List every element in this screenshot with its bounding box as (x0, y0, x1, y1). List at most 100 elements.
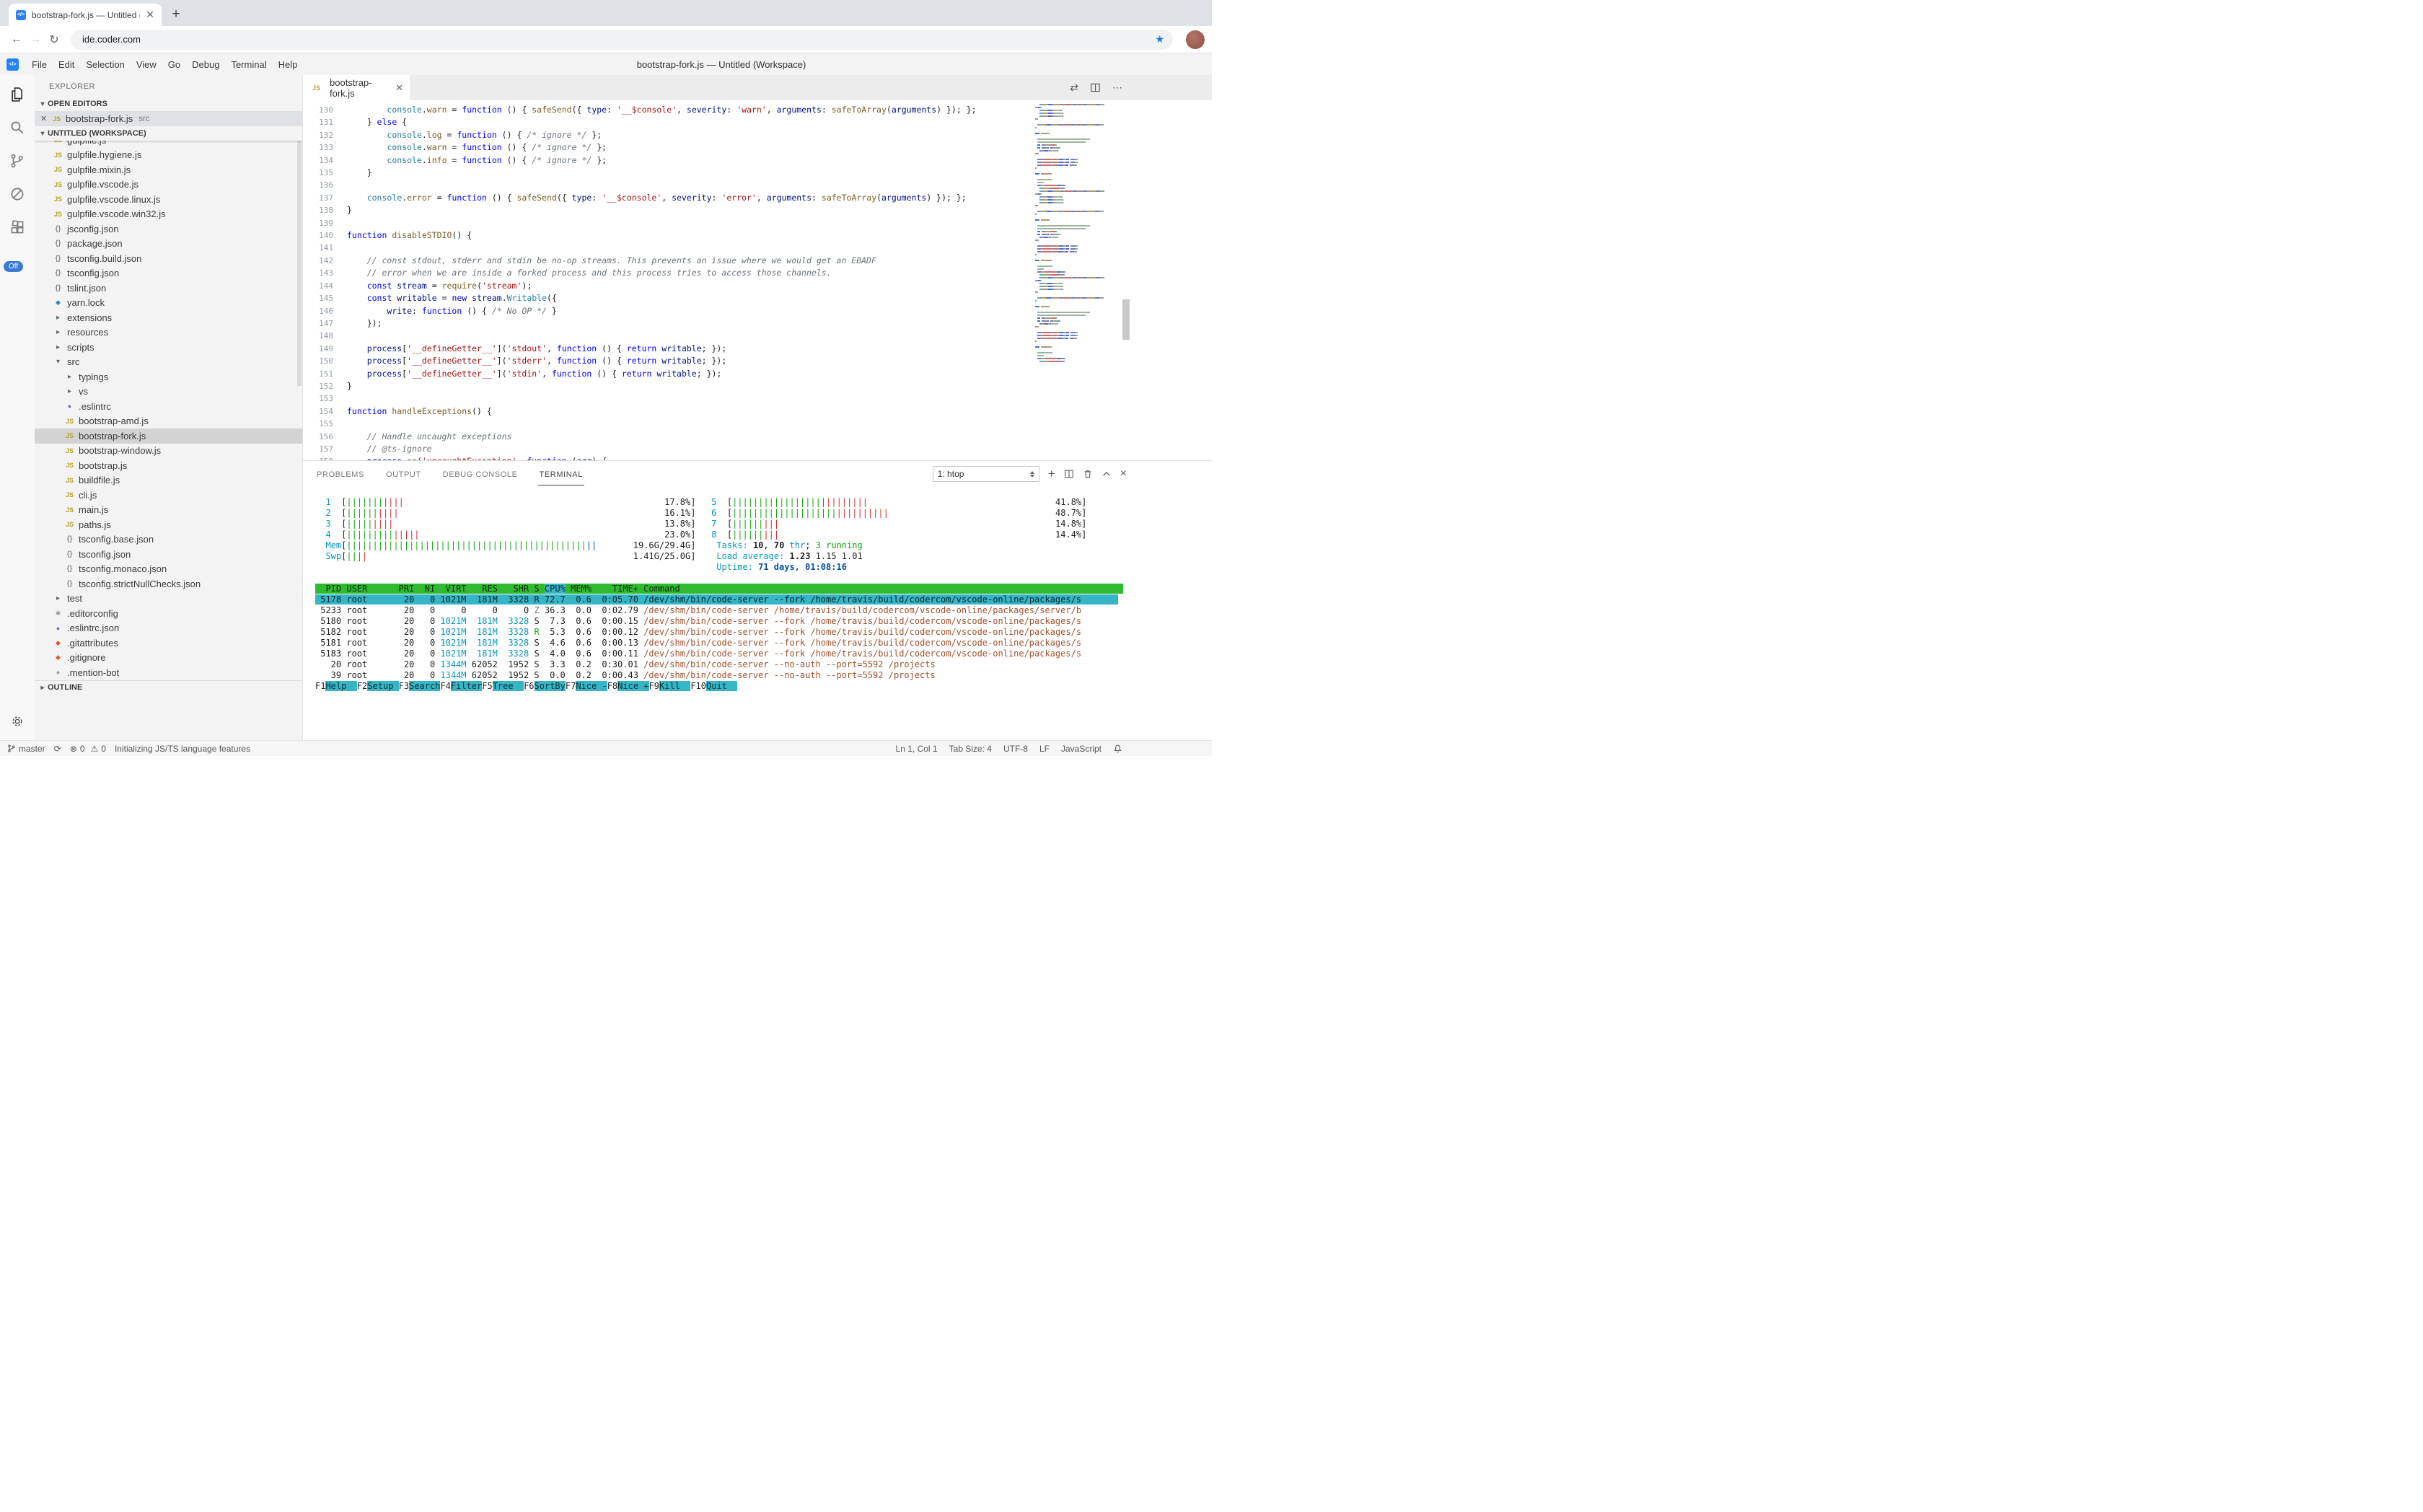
terminal[interactable]: 1 [||||||||||| 17.8%] 5 [|||||||||||||||… (315, 497, 1123, 692)
source-control-icon[interactable] (0, 144, 35, 177)
menu-edit[interactable]: Edit (53, 56, 80, 73)
sidebar-scrollbar[interactable] (297, 141, 302, 386)
tab-close-icon[interactable]: ✕ (395, 82, 403, 94)
minimap-line (1035, 291, 1116, 293)
tree-item-gulpfile.vscode.linux.js[interactable]: JSgulpfile.vscode.linux.js (35, 192, 302, 207)
tree-item-tsconfig.base.json[interactable]: {}tsconfig.base.json (35, 532, 302, 548)
panel-tab-output[interactable]: OUTPUT (384, 464, 423, 485)
menu-help[interactable]: Help (273, 56, 304, 73)
tree-item-gulpfile.mixin.js[interactable]: JSgulpfile.mixin.js (35, 162, 302, 177)
minimap-line (1035, 202, 1116, 203)
bookmark-star-icon[interactable]: ★ (1155, 33, 1164, 45)
tree-item-jsconfig.json[interactable]: {}jsconfig.json (35, 221, 302, 237)
menu-debug[interactable]: Debug (186, 56, 225, 73)
branch-status[interactable]: master (7, 744, 45, 754)
tree-item-test[interactable]: ▸test (35, 592, 302, 607)
tree-item-gulpfile.vscode.win32.js[interactable]: JSgulpfile.vscode.win32.js (35, 207, 302, 222)
tree-item-bootstrap-amd.js[interactable]: JSbootstrap-amd.js (35, 414, 302, 429)
debug-icon[interactable] (0, 177, 35, 211)
editor-scrollbar[interactable] (1122, 299, 1130, 340)
close-panel-icon[interactable]: × (1120, 467, 1127, 480)
new-terminal-icon[interactable]: + (1048, 467, 1055, 481)
address-bar[interactable]: ide.coder.com ★ (71, 30, 1173, 50)
tree-item-.gitattributes[interactable]: ◆.gitattributes (35, 636, 302, 651)
menu-terminal[interactable]: Terminal (225, 56, 272, 73)
tree-item-bootstrap-window.js[interactable]: JSbootstrap-window.js (35, 444, 302, 459)
menu-go[interactable]: Go (162, 56, 186, 73)
tree-item-main.js[interactable]: JSmain.js (35, 503, 302, 518)
status-badge[interactable]: Off (4, 261, 23, 272)
tree-item-scripts[interactable]: ▸scripts (35, 340, 302, 355)
tree-item-buildfile.js[interactable]: JSbuildfile.js (35, 473, 302, 488)
tree-item-typings[interactable]: ▸typings (35, 369, 302, 384)
minimap[interactable] (1035, 104, 1116, 364)
menu-selection[interactable]: Selection (80, 56, 130, 73)
maximize-panel-icon[interactable] (1101, 469, 1112, 479)
menu-view[interactable]: View (131, 56, 162, 73)
workspace-header[interactable]: ▾ UNTITLED (WORKSPACE) (35, 126, 302, 141)
problems-status[interactable]: ⊗ 0 ⚠ 0 (70, 744, 106, 754)
menu-file[interactable]: File (26, 56, 53, 73)
tree-item-.gitignore[interactable]: ◆.gitignore (35, 651, 302, 666)
line-number: 151 (303, 369, 333, 380)
tree-item-gulpfile.js[interactable]: JSgulpfile.js (35, 141, 302, 148)
split-terminal-icon[interactable] (1064, 469, 1074, 479)
tree-item-package.json[interactable]: {}package.json (35, 237, 302, 252)
reload-icon[interactable]: ↻ (45, 30, 63, 49)
tree-item-paths.js[interactable]: JSpaths.js (35, 517, 302, 532)
code-line: 156 // Handle uncaught exceptions (303, 431, 977, 443)
notifications-bell-icon[interactable] (1113, 744, 1122, 754)
tree-item-tslint.json[interactable]: {}tslint.json (35, 281, 302, 296)
search-icon[interactable] (0, 111, 35, 144)
outline-header[interactable]: ▸ OUTLINE (35, 680, 302, 695)
tree-item-tsconfig.strictNullChecks.json[interactable]: {}tsconfig.strictNullChecks.json (35, 576, 302, 592)
more-actions-icon[interactable]: ⋯ (1112, 82, 1122, 94)
app-logo-icon[interactable]: </> (6, 58, 19, 71)
tree-item-tsconfig.monaco.json[interactable]: {}tsconfig.monaco.json (35, 562, 302, 577)
tab-size[interactable]: Tab Size: 4 (949, 744, 992, 754)
language-mode[interactable]: JavaScript (1061, 744, 1101, 754)
tree-item-tsconfig.json[interactable]: {}tsconfig.json (35, 266, 302, 281)
split-editor-icon[interactable] (1090, 82, 1101, 93)
tree-item-gulpfile.vscode.js[interactable]: JSgulpfile.vscode.js (35, 177, 302, 193)
back-icon[interactable]: ← (7, 30, 26, 49)
panel-tab-problems[interactable]: PROBLEMS (315, 464, 366, 485)
tree-item-.mention-bot[interactable]: ●.mention-bot (35, 665, 302, 680)
tree-item-yarn.lock[interactable]: ◆yarn.lock (35, 296, 302, 311)
avatar[interactable] (1186, 30, 1205, 49)
tree-item-.eslintrc[interactable]: ●.eslintrc (35, 399, 302, 414)
tree-item-bootstrap.js[interactable]: JSbootstrap.js (35, 458, 302, 473)
tree-item-resources[interactable]: ▸resources (35, 325, 302, 340)
cursor-position[interactable]: Ln 1, Col 1 (896, 744, 938, 754)
sync-icon[interactable]: ⟳ (54, 744, 61, 754)
panel-tab-debug-console[interactable]: DEBUG CONSOLE (441, 464, 519, 485)
kill-terminal-icon[interactable] (1083, 469, 1093, 479)
tree-item-tsconfig.json[interactable]: {}tsconfig.json (35, 547, 302, 562)
encoding[interactable]: UTF-8 (1003, 744, 1028, 754)
tab-close-icon[interactable]: ✕ (146, 9, 154, 21)
close-icon[interactable]: ✕ (40, 114, 50, 123)
tree-item-.eslintrc.json[interactable]: ●.eslintrc.json (35, 621, 302, 636)
tree-item-.editorconfig[interactable]: ✱.editorconfig (35, 606, 302, 621)
panel-tab-terminal[interactable]: TERMINAL (538, 464, 584, 485)
tree-item-gulpfile.hygiene.js[interactable]: JSgulpfile.hygiene.js (35, 148, 302, 163)
settings-gear-icon[interactable] (0, 707, 35, 736)
new-tab-button[interactable]: + (166, 4, 186, 25)
open-editors-header[interactable]: ▾ OPEN EDITORS (35, 97, 302, 111)
explorer-icon[interactable] (0, 78, 35, 111)
tree-item-extensions[interactable]: ▸extensions (35, 310, 302, 325)
open-editor-item[interactable]: ✕ JS bootstrap-fork.js src (35, 111, 302, 126)
tree-item-cli.js[interactable]: JScli.js (35, 488, 302, 503)
tree-item-vs[interactable]: ▸vs (35, 384, 302, 400)
tree-item-tsconfig.build.json[interactable]: {}tsconfig.build.json (35, 251, 302, 266)
forward-icon[interactable]: → (26, 30, 45, 49)
editor-tab[interactable]: JS bootstrap-fork.js ✕ (303, 75, 411, 100)
terminal-select[interactable]: 1: htop (933, 466, 1039, 482)
eol[interactable]: LF (1039, 744, 1050, 754)
open-changes-icon[interactable]: ⇄ (1070, 82, 1078, 94)
tree-item-src[interactable]: ▾src (35, 355, 302, 370)
browser-tab[interactable]: </> bootstrap-fork.js — Untitled (W ✕ (9, 4, 162, 26)
extensions-icon[interactable] (0, 211, 35, 244)
tree-item-bootstrap-fork.js[interactable]: JSbootstrap-fork.js (35, 428, 302, 444)
code-editor[interactable]: 130 console.warn = function () { safeSen… (303, 100, 1212, 460)
